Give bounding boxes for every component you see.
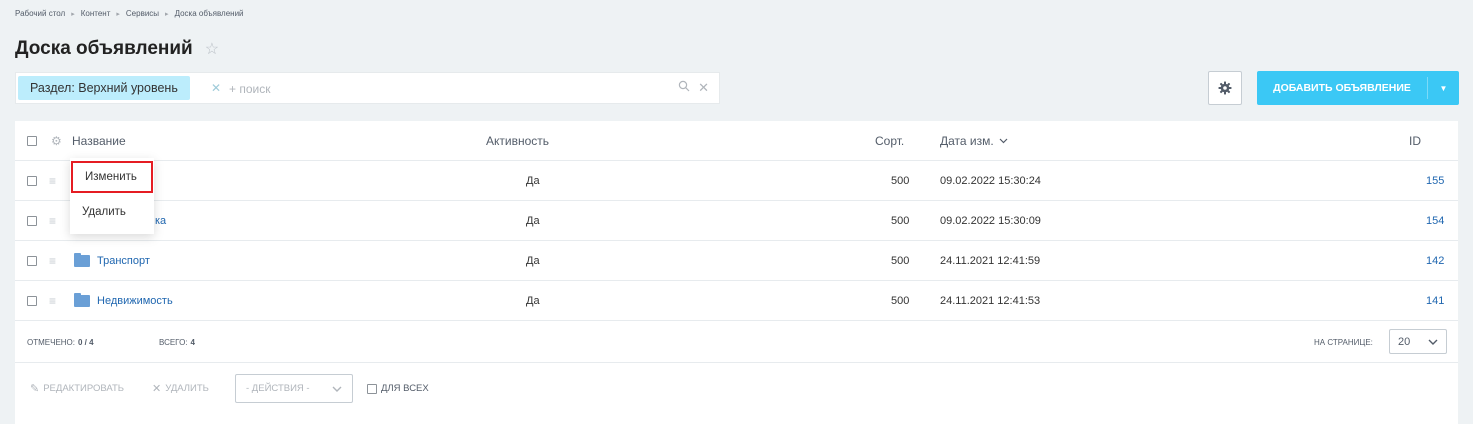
- table-row[interactable]: ≡ ка Да 500 09.02.2022 15:30:09 154: [15, 201, 1458, 241]
- row-name-link[interactable]: ка: [155, 201, 166, 241]
- row-name-link[interactable]: Транспорт: [97, 255, 150, 267]
- selected-value: 0 / 4: [78, 337, 94, 347]
- settings-button[interactable]: [1208, 71, 1242, 105]
- folder-icon: [74, 253, 90, 267]
- delete-label: УДАЛИТЬ: [165, 383, 209, 394]
- row-sort: 500: [891, 215, 910, 227]
- breadcrumb-item[interactable]: Сервисы: [126, 9, 159, 18]
- per-page-select[interactable]: 20: [1389, 329, 1447, 354]
- for-all-checkbox[interactable]: [367, 383, 377, 394]
- actions-select[interactable]: - ДЕЙСТВИЯ -: [235, 374, 353, 403]
- chevron-right-icon: ▸: [165, 10, 169, 18]
- row-checkbox[interactable]: [27, 216, 37, 226]
- clear-icon[interactable]: ✕: [698, 80, 709, 96]
- selected-label: ОТМЕЧЕНО:: [27, 337, 75, 347]
- edit-label: РЕДАКТИРОВАТЬ: [43, 383, 124, 394]
- row-id[interactable]: 141: [1426, 281, 1444, 321]
- column-header-date-label: Дата изм.: [940, 134, 994, 148]
- table-row[interactable]: ≡ Недвижимость Да 500 24.11.2021 12:41:5…: [15, 281, 1458, 321]
- row-active: Да: [526, 295, 540, 307]
- action-bar: ✎ РЕДАКТИРОВАТЬ ✕ УДАЛИТЬ - ДЕЙСТВИЯ - Д…: [15, 364, 1458, 413]
- total-label: ВСЕГО:: [159, 337, 188, 347]
- page-title-wrap: Доска объявлений ☆: [15, 38, 219, 60]
- row-active: Да: [526, 175, 540, 187]
- drag-handle-icon[interactable]: ≡: [49, 201, 56, 241]
- column-header-date[interactable]: Дата изм.: [940, 121, 1008, 161]
- row-id[interactable]: 155: [1426, 161, 1444, 201]
- column-header-active[interactable]: Активность: [486, 121, 549, 161]
- for-all-toggle[interactable]: ДЛЯ ВСЕХ: [367, 364, 429, 413]
- breadcrumb-item[interactable]: Рабочий стол: [15, 9, 65, 18]
- close-icon[interactable]: ✕: [211, 81, 221, 95]
- column-header-id[interactable]: ID: [1409, 121, 1421, 161]
- column-header-name[interactable]: Название: [72, 121, 126, 161]
- for-all-label: ДЛЯ ВСЕХ: [381, 383, 429, 394]
- search-icon[interactable]: [678, 80, 690, 96]
- filter-search-bar[interactable]: Раздел: Верхний уровень ✕ + поиск ✕: [15, 72, 720, 104]
- drag-handle-icon[interactable]: ≡: [49, 241, 56, 281]
- page-title: Доска объявлений: [15, 38, 193, 59]
- row-sort: 500: [891, 175, 910, 187]
- row-active: Да: [526, 255, 540, 267]
- close-icon: ✕: [152, 383, 162, 395]
- selected-count: ОТМЕЧЕНО: 0 / 4: [27, 321, 94, 363]
- delete-button[interactable]: ✕ УДАЛИТЬ: [152, 364, 209, 413]
- row-date: 24.11.2021 12:41:53: [940, 295, 1041, 307]
- breadcrumb: Рабочий стол ▸ Контент ▸ Сервисы ▸ Доска…: [15, 9, 244, 18]
- gear-icon: [1218, 81, 1232, 95]
- menu-item-delete[interactable]: Удалить: [70, 196, 154, 228]
- row-date: 09.02.2022 15:30:09: [940, 215, 1041, 227]
- row-id[interactable]: 142: [1426, 241, 1444, 281]
- column-header-sort[interactable]: Сорт.: [875, 121, 904, 161]
- star-icon[interactable]: ☆: [205, 39, 219, 59]
- total-value: 4: [190, 337, 195, 347]
- grid-footer: ОТМЕЧЕНО: 0 / 4 ВСЕГО: 4 НА СТРАНИЦЕ: 20: [15, 321, 1458, 363]
- row-sort: 500: [891, 255, 910, 267]
- table-row[interactable]: ≡ Да 500 09.02.2022 15:30:24 155: [15, 161, 1458, 201]
- drag-handle-icon[interactable]: ≡: [49, 161, 56, 201]
- filter-chip[interactable]: Раздел: Верхний уровень: [18, 76, 190, 100]
- table-header: ⚙ Название Активность Сорт. Дата изм. ID: [15, 121, 1458, 161]
- row-checkbox[interactable]: [27, 256, 37, 266]
- table-row[interactable]: ≡ Транспорт Да 500 24.11.2021 12:41:59 1…: [15, 241, 1458, 281]
- chevron-down-icon: [332, 386, 342, 392]
- select-all-checkbox[interactable]: [27, 136, 37, 146]
- chevron-down-icon: [1428, 339, 1438, 345]
- grid-panel: ⚙ Название Активность Сорт. Дата изм. ID…: [15, 121, 1458, 424]
- pencil-icon: ✎: [30, 383, 40, 395]
- per-page-value: 20: [1398, 335, 1411, 348]
- per-page-label: НА СТРАНИЦЕ:: [1314, 337, 1373, 347]
- folder-icon: [74, 293, 90, 307]
- add-ad-button[interactable]: ДОБАВИТЬ ОБЪЯВЛЕНИЕ ▼: [1257, 71, 1459, 105]
- chevron-right-icon: ▸: [116, 10, 120, 18]
- row-id[interactable]: 154: [1426, 201, 1444, 241]
- row-checkbox[interactable]: [27, 296, 37, 306]
- drag-handle-icon[interactable]: ≡: [49, 281, 56, 321]
- edit-button[interactable]: ✎ РЕДАКТИРОВАТЬ: [30, 364, 124, 413]
- breadcrumb-item[interactable]: Доска объявлений: [175, 9, 244, 18]
- row-context-menu: Изменить Удалить: [70, 158, 154, 234]
- chevron-down-icon[interactable]: ▼: [1427, 77, 1459, 99]
- add-ad-label: ДОБАВИТЬ ОБЪЯВЛЕНИЕ: [1273, 82, 1411, 94]
- filter-chip-label: Раздел: Верхний уровень: [30, 81, 178, 95]
- row-date: 24.11.2021 12:41:59: [940, 255, 1041, 267]
- row-name-link[interactable]: Недвижимость: [97, 295, 173, 307]
- menu-item-edit[interactable]: Изменить: [71, 161, 153, 193]
- actions-label: - ДЕЙСТВИЯ -: [246, 383, 310, 394]
- total-count: ВСЕГО: 4: [159, 321, 195, 363]
- breadcrumb-item[interactable]: Контент: [81, 9, 111, 18]
- row-date: 09.02.2022 15:30:24: [940, 175, 1041, 187]
- row-active: Да: [526, 215, 540, 227]
- search-input[interactable]: + поиск: [229, 82, 270, 96]
- row-sort: 500: [891, 295, 910, 307]
- chevron-down-icon: [999, 138, 1008, 144]
- row-checkbox[interactable]: [27, 176, 37, 186]
- chevron-right-icon: ▸: [71, 10, 75, 18]
- gear-icon[interactable]: ⚙: [51, 121, 62, 161]
